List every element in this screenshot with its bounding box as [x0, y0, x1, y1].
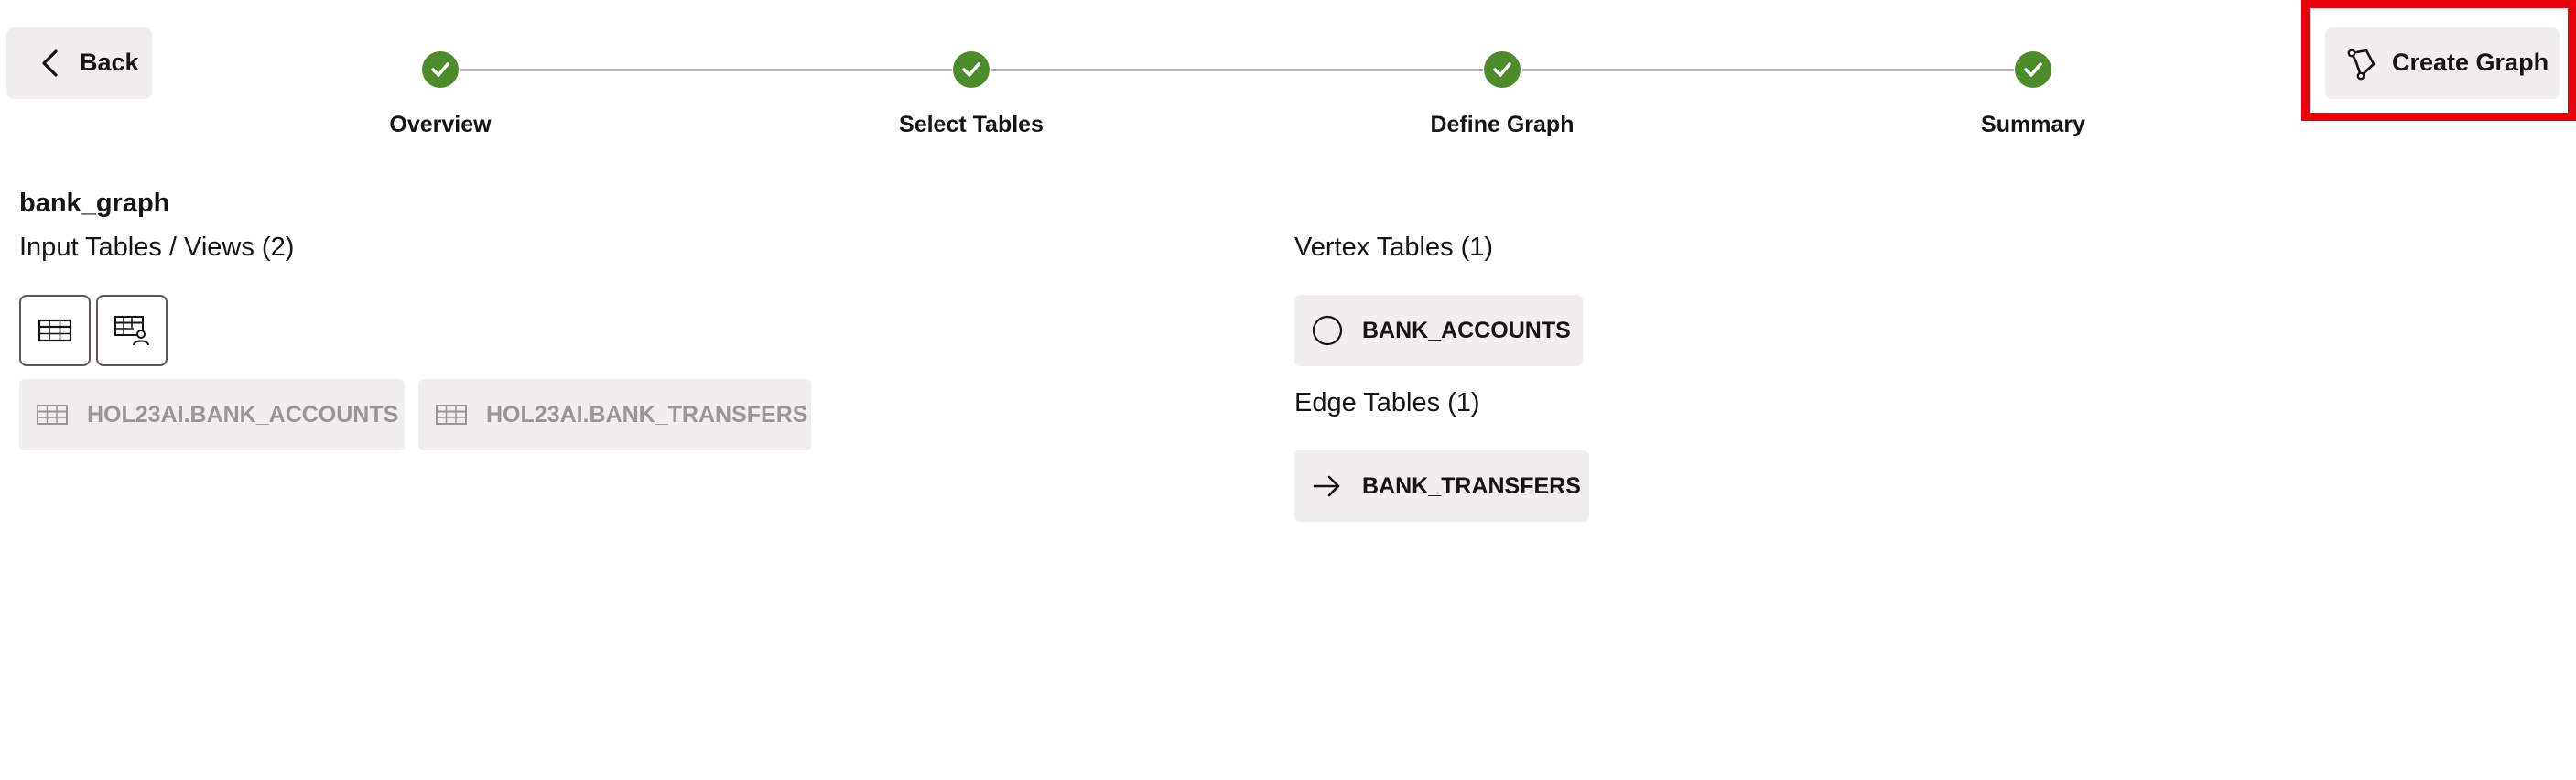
step-connector [1522, 69, 2014, 71]
step-select-tables-label[interactable]: Select Tables [834, 112, 1109, 138]
checkmark-icon [431, 62, 449, 77]
step-connector [460, 69, 952, 71]
checkmark-icon [2024, 62, 2042, 77]
table-icon [38, 319, 72, 342]
create-graph-label: Create Graph [2392, 49, 2549, 76]
step-summary-label[interactable]: Summary [1896, 112, 2170, 138]
chevron-left-icon [42, 49, 58, 77]
create-graph-button[interactable]: Create Graph [2325, 27, 2560, 99]
step-select-tables-indicator[interactable] [953, 51, 990, 88]
table-icon [436, 405, 467, 425]
table-user-view-button[interactable] [96, 295, 168, 366]
table-user-icon [114, 316, 149, 346]
input-tables-heading: Input Tables / Views (2) [19, 233, 295, 262]
graph-name: bank_graph [19, 189, 170, 218]
input-table-name: HOL23AI.BANK_TRANSFERS [486, 401, 808, 428]
step-define-graph-label[interactable]: Define Graph [1365, 112, 1640, 138]
step-connector [991, 69, 1483, 71]
input-table-chip: HOL23AI.BANK_ACCOUNTS [19, 379, 405, 450]
edge-table-chip[interactable]: BANK_TRANSFERS [1294, 450, 1589, 522]
step-summary-indicator[interactable] [2015, 51, 2051, 88]
graph-icon [2347, 49, 2376, 81]
vertex-table-chip[interactable]: BANK_ACCOUNTS [1294, 295, 1583, 366]
table-icon [37, 405, 68, 425]
step-define-graph-indicator[interactable] [1484, 51, 1521, 88]
table-view-button[interactable] [19, 295, 91, 366]
edge-table-name: BANK_TRANSFERS [1362, 472, 1581, 499]
vertex-tables-heading: Vertex Tables (1) [1294, 233, 1494, 262]
back-button[interactable]: Back [6, 27, 152, 99]
vertex-table-name: BANK_ACCOUNTS [1362, 317, 1571, 343]
step-overview-indicator[interactable] [422, 51, 459, 88]
circle-icon [1312, 315, 1343, 346]
input-table-chip: HOL23AI.BANK_TRANSFERS [418, 379, 811, 450]
step-overview-label[interactable]: Overview [303, 112, 578, 138]
edge-tables-heading: Edge Tables (1) [1294, 388, 1480, 417]
arrow-right-icon [1313, 475, 1340, 497]
checkmark-icon [962, 62, 980, 77]
back-button-label: Back [80, 49, 139, 76]
input-table-name: HOL23AI.BANK_ACCOUNTS [87, 401, 399, 428]
checkmark-icon [1493, 62, 1511, 77]
